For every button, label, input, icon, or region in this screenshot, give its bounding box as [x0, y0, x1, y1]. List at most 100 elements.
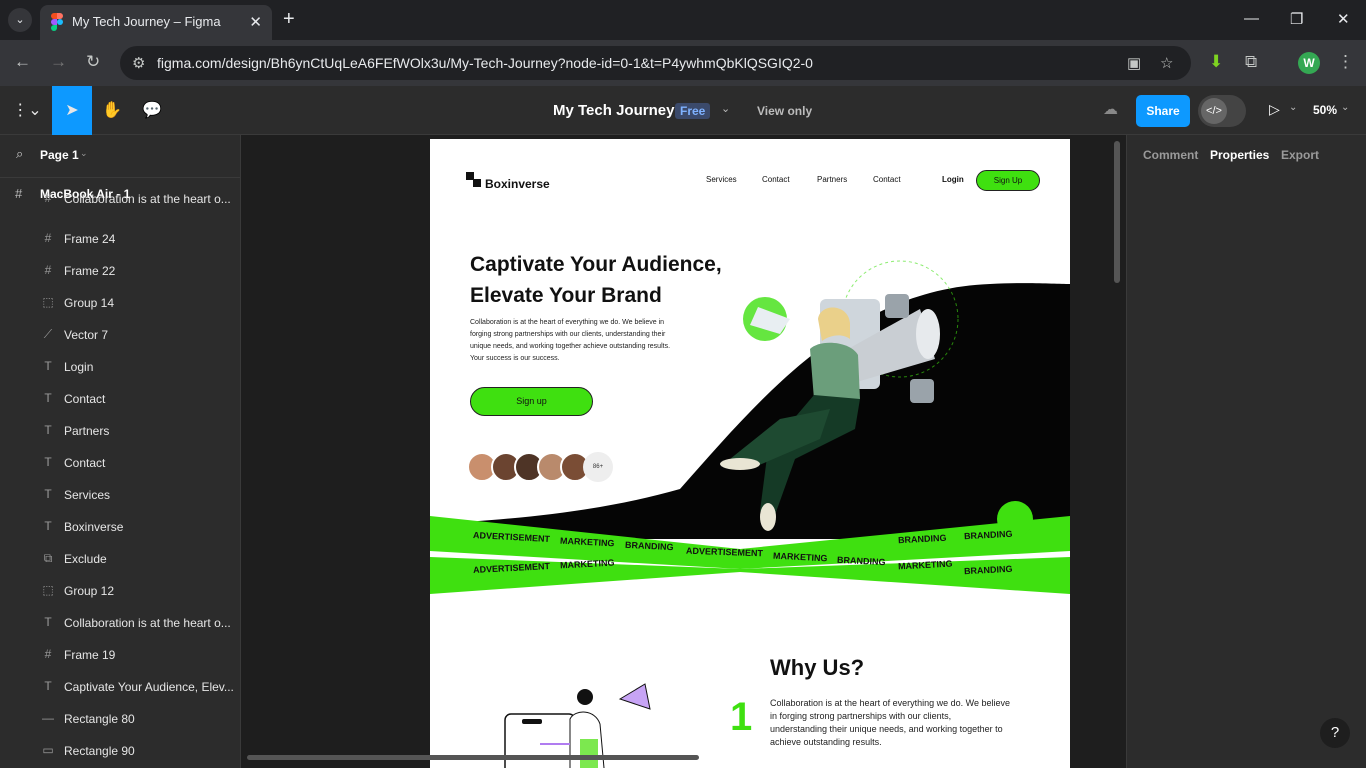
layer-label: Frame 19	[64, 648, 116, 662]
minimize-icon[interactable]: —	[1244, 10, 1259, 27]
browser-toolbar: ← → ↻ ⚙ figma.com/design/Bh6ynCtUqLeA6FE…	[0, 40, 1366, 86]
plan-badge: Free	[675, 103, 711, 119]
new-tab-icon[interactable]: +	[283, 8, 295, 30]
text-icon: T	[44, 487, 52, 501]
reload-icon[interactable]: ↻	[86, 52, 100, 72]
layer-label: Login	[64, 360, 94, 374]
share-button[interactable]: Share	[1136, 95, 1190, 127]
extensions-icon[interactable]: ⧉	[1245, 52, 1257, 72]
avatar-count-badge: 86+	[583, 452, 613, 482]
tab-properties[interactable]: Properties	[1210, 148, 1269, 162]
zoom-level[interactable]: 50%	[1313, 103, 1337, 117]
frame-icon: #	[44, 231, 52, 245]
site-info-icon[interactable]: ⚙	[132, 54, 145, 72]
why-us-paragraph: Collaboration is at the heart of everyth…	[770, 698, 1010, 747]
hero-heading: Captivate Your Audience, Elevate Your Br…	[470, 253, 722, 307]
close-tab-icon[interactable]: ✕	[249, 13, 262, 31]
layer-item[interactable]: # Frame 19	[0, 639, 240, 671]
offline-cloud-icon: ☁	[1103, 101, 1118, 118]
layer-item[interactable]: T Captivate Your Audience, Elev...	[0, 671, 240, 703]
url-text[interactable]: figma.com/design/Bh6ynCtUqLeA6FEfWOlx3u/…	[157, 55, 813, 71]
layer-item[interactable]: T Services	[0, 479, 240, 511]
layer-item[interactable]: T Collaboration is at the heart o...	[0, 607, 240, 639]
layer-label: Group 12	[64, 584, 115, 598]
address-bar[interactable]: ⚙ figma.com/design/Bh6ynCtUqLeA6FEfWOlx3…	[120, 46, 1191, 80]
why-us-number: 1	[730, 695, 753, 739]
tab-comment[interactable]: Comment	[1143, 148, 1198, 162]
layer-item[interactable]: ⬚ Group 12	[0, 575, 240, 607]
bookmark-star-icon[interactable]: ☆	[1160, 54, 1173, 72]
tab-search-button[interactable]: ⌄	[8, 8, 32, 32]
text-icon: T	[44, 615, 52, 629]
layer-label: Rectangle 80	[64, 712, 135, 726]
frame-icon: #	[44, 263, 52, 277]
vertical-scrollbar[interactable]	[1114, 141, 1120, 283]
horizontal-scrollbar[interactable]	[247, 755, 699, 760]
clipboard-icon[interactable]: ▣	[1127, 54, 1141, 72]
layer-label: Contact	[64, 456, 106, 470]
rect-icon: ▭	[42, 743, 54, 757]
layer-item[interactable]: # Frame 22	[0, 255, 240, 287]
boolean-icon: ⧉	[43, 551, 53, 565]
layer-item[interactable]: # Collaboration is at the heart o...	[0, 183, 240, 215]
present-chevron-icon[interactable]: ⌄	[1289, 102, 1297, 113]
page-chevron-icon[interactable]: ⌄	[80, 148, 88, 159]
layer-item[interactable]: ⟋ Vector 7	[0, 319, 240, 351]
view-mode-label: View only	[757, 104, 813, 118]
text-icon: T	[44, 423, 52, 437]
layer-item[interactable]: ▭ Rectangle 90	[0, 735, 240, 767]
download-icon[interactable]: ⬇	[1209, 52, 1223, 72]
text-icon: T	[44, 391, 52, 405]
hero-paragraph: Collaboration is at the heart of everyth…	[470, 319, 671, 362]
figma-menu-icon[interactable]: ⋮⌄	[8, 86, 46, 135]
zoom-chevron-icon[interactable]: ⌄	[1341, 102, 1349, 113]
layer-label: Services	[64, 488, 111, 502]
layer-item[interactable]: T Boxinverse	[0, 511, 240, 543]
move-tool-icon[interactable]: ➤	[52, 86, 92, 135]
restore-icon[interactable]: ❐	[1290, 10, 1303, 28]
layer-item[interactable]: ⧉ Exclude	[0, 543, 240, 575]
dev-mode-toggle[interactable]: </>	[1198, 95, 1246, 127]
layer-item[interactable]: # Frame 24	[0, 223, 240, 255]
help-button[interactable]: ?	[1320, 718, 1350, 748]
group-icon: ⬚	[42, 583, 54, 597]
text-icon: T	[44, 359, 52, 373]
profile-avatar[interactable]: W	[1298, 52, 1320, 74]
text-icon: T	[44, 455, 52, 469]
figma-toolbar: ⋮⌄ ➤ ✋ 💬 My Tech Journey Free ⌄ View onl…	[0, 86, 1366, 135]
group-icon: ⬚	[42, 295, 54, 309]
layer-item[interactable]: — Rectangle 80	[0, 703, 240, 735]
layer-item[interactable]: T Partners	[0, 415, 240, 447]
code-icon: </>	[1201, 98, 1227, 124]
document-title[interactable]: My Tech Journey	[553, 102, 674, 119]
comment-tool-icon[interactable]: 💬	[132, 86, 172, 135]
frame-icon: #	[44, 191, 52, 205]
text-icon: T	[44, 519, 52, 533]
tab-export[interactable]: Export	[1281, 148, 1319, 162]
why-us-heading: Why Us?	[770, 655, 865, 680]
present-play-icon[interactable]: ▷	[1269, 101, 1280, 118]
design-canvas[interactable]: Boxinverse Services Contact Partners Con…	[241, 135, 1126, 768]
window-close-icon[interactable]: ✕	[1337, 10, 1350, 28]
browser-tab[interactable]: My Tech Journey – Figma ✕	[40, 5, 272, 40]
marketing-woman-illustration	[720, 294, 940, 531]
search-icon[interactable]: ⌕	[16, 146, 23, 162]
layer-item[interactable]: T Contact	[0, 447, 240, 479]
chevron-down-icon[interactable]: ⌄	[721, 102, 730, 115]
browser-menu-icon[interactable]: ⋮	[1337, 52, 1354, 72]
layer-label: Exclude	[64, 552, 107, 566]
hand-tool-icon[interactable]: ✋	[92, 86, 132, 135]
macbook-frame[interactable]: Boxinverse Services Contact Partners Con…	[430, 139, 1070, 768]
hero-signup-button[interactable]: Sign up	[470, 387, 593, 416]
layer-item[interactable]: T Contact	[0, 383, 240, 415]
back-icon[interactable]: ←	[14, 52, 31, 72]
browser-tab-bar: ⌄ My Tech Journey – Figma ✕ + — ❐ ✕	[0, 0, 1366, 40]
frame-icon: #	[44, 647, 52, 661]
line-icon: —	[42, 711, 54, 725]
forward-icon[interactable]: →	[50, 52, 67, 72]
vector-icon: ⟋	[43, 327, 53, 341]
layer-label: Collaboration is at the heart o...	[64, 616, 231, 630]
layer-item[interactable]: T Login	[0, 351, 240, 383]
layer-item[interactable]: ⬚ Group 14	[0, 287, 240, 319]
page-selector[interactable]: Page 1	[40, 148, 79, 162]
